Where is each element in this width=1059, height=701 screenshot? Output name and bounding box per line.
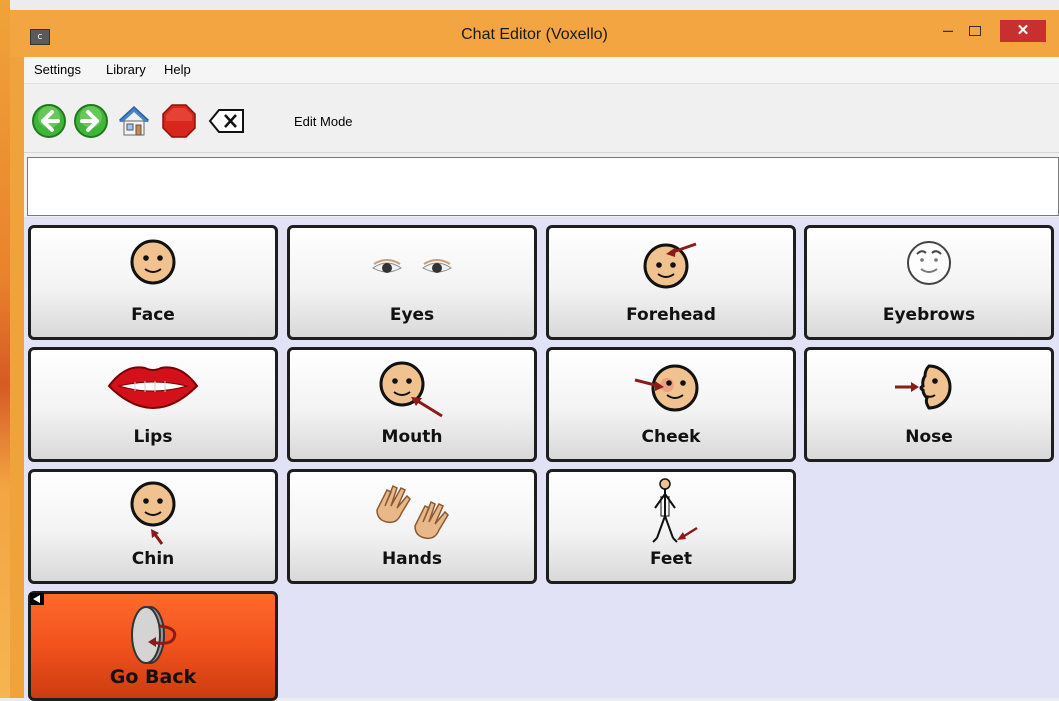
home-icon[interactable] — [116, 103, 152, 139]
symbol-grid: Face Eyes Forehead Eyebrows Lips Mouth C… — [24, 217, 1059, 701]
menu-bar: Settings Library Help — [24, 57, 1059, 84]
eyes-icon — [372, 259, 452, 273]
client-area: Settings Library Help Edit Mode Face Eye… — [24, 57, 1059, 701]
maximize-button[interactable] — [962, 20, 988, 42]
menu-settings[interactable]: Settings — [34, 57, 81, 83]
cell-feet[interactable]: Feet — [546, 469, 796, 584]
hands-icon — [376, 484, 449, 540]
cell-mouth[interactable]: Mouth — [287, 347, 537, 462]
message-bar[interactable] — [27, 157, 1059, 216]
title-bar[interactable]: C Chat Editor (Voxello) – ✕ — [10, 10, 1059, 57]
cheek-icon — [634, 364, 699, 412]
forward-arrow-icon[interactable] — [73, 103, 109, 139]
menu-help[interactable]: Help — [164, 57, 191, 83]
nose-icon — [895, 364, 952, 410]
menu-library[interactable]: Library — [106, 57, 146, 83]
go-back-button[interactable]: Go Back — [28, 591, 278, 701]
cell-label: Face — [131, 305, 175, 325]
close-button[interactable]: ✕ — [1000, 20, 1046, 42]
cell-label: Nose — [905, 427, 953, 447]
cell-label: Forehead — [626, 305, 716, 325]
forehead-icon — [643, 242, 697, 289]
cell-label: Hands — [381, 549, 443, 569]
edit-mode-label: Edit Mode — [294, 114, 353, 129]
maximize-icon — [969, 26, 981, 36]
cell-face[interactable]: Face — [28, 225, 278, 340]
stop-icon[interactable] — [161, 103, 197, 139]
eyebrows-icon — [907, 241, 951, 285]
desktop-background-strip — [0, 0, 10, 698]
cell-label: Mouth — [381, 427, 443, 447]
cell-eyes[interactable]: Eyes — [287, 225, 537, 340]
cell-label: Lips — [133, 427, 173, 447]
cell-label: Eyes — [389, 305, 435, 325]
mouth-icon — [379, 361, 443, 418]
backspace-clear-icon[interactable] — [207, 103, 247, 139]
corner-flag-icon — [30, 593, 44, 605]
chat-editor-window: C Chat Editor (Voxello) – ✕ Settings Lib… — [10, 10, 1059, 701]
cell-forehead[interactable]: Forehead — [546, 225, 796, 340]
cell-chin[interactable]: Chin — [28, 469, 278, 584]
go-back-icon — [131, 606, 177, 664]
chin-icon — [130, 481, 176, 545]
cell-label: Go Back — [109, 666, 197, 688]
window-title: Chat Editor (Voxello) — [461, 26, 608, 43]
cell-lips[interactable]: Lips — [28, 347, 278, 462]
face-icon — [130, 239, 176, 285]
cell-label: Feet — [649, 549, 693, 569]
cell-hands[interactable]: Hands — [287, 469, 537, 584]
cell-label: Eyebrows — [882, 305, 976, 325]
back-arrow-icon[interactable] — [31, 103, 67, 139]
cell-nose[interactable]: Nose — [804, 347, 1054, 462]
feet-icon — [652, 478, 698, 543]
minimize-button[interactable]: – — [935, 20, 961, 42]
cell-cheek[interactable]: Cheek — [546, 347, 796, 462]
cell-label: Chin — [131, 549, 175, 569]
cell-label: Cheek — [641, 427, 701, 447]
lips-icon — [107, 366, 199, 410]
cell-eyebrows[interactable]: Eyebrows — [804, 225, 1054, 340]
toolbar: Edit Mode — [24, 84, 1059, 153]
